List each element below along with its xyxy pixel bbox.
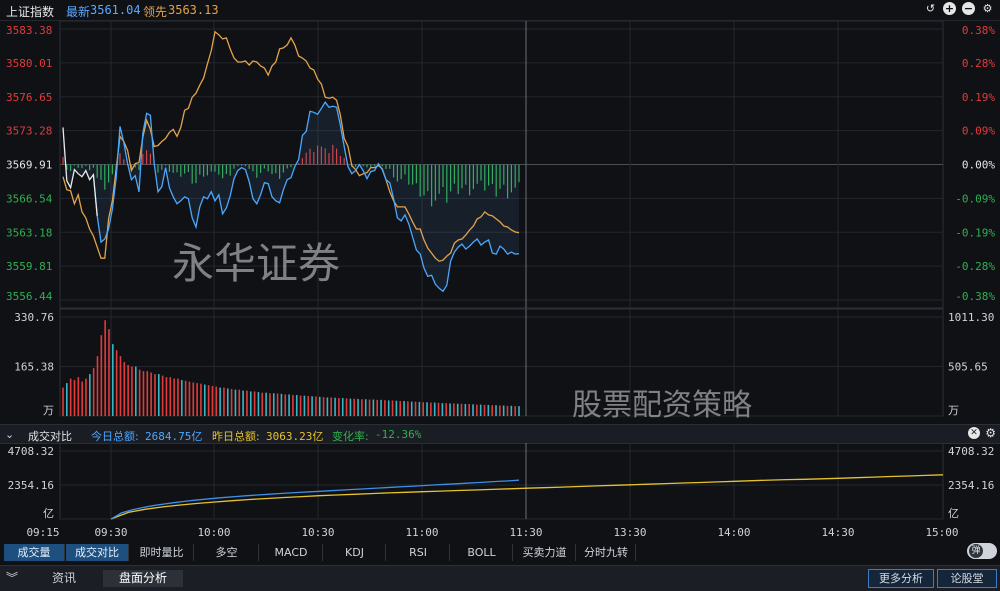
more-analysis-button[interactable]: 更多分析 <box>868 569 934 588</box>
compare-panel-header: ⌄ 成交对比 今日总额: 2684.75亿 昨日总额: 3063.23亿 变化率… <box>0 424 1000 444</box>
compare-tick-left: 4708.32 <box>8 445 54 458</box>
indicator-tabs: 成交量 成交对比 即时量比 多空 MACD KDJ RSI BOLL 买卖力道 分时九转 <box>0 542 1000 563</box>
pct-tick-right: 0.09% <box>962 125 995 138</box>
latest-label: 最新 <box>66 5 91 19</box>
expand-icon[interactable]: ︾ <box>6 569 18 586</box>
popup-toggle[interactable]: 弹 <box>967 543 997 559</box>
pct-tick-right: 0.19% <box>962 91 995 104</box>
today-label: 今日总额: <box>91 430 139 443</box>
zoom-out-icon[interactable]: − <box>962 2 975 15</box>
pct-tick-right: 0.00% <box>962 159 995 172</box>
price-tick-left: 3573.28 <box>6 125 52 138</box>
watermark-main: 永华证券 <box>172 239 341 288</box>
volume-tick-left: 165.38 <box>14 361 54 374</box>
pct-tick-right: 0.38% <box>962 24 995 37</box>
time-tick: 14:30 <box>821 526 854 539</box>
time-tick: 10:30 <box>301 526 334 539</box>
yesterday-label: 昨日总额: <box>212 430 260 443</box>
indicator-tab[interactable]: 分时九转 <box>577 544 636 561</box>
price-tick-left: 3569.91 <box>6 159 52 172</box>
toggle-label: 弹 <box>969 544 983 558</box>
zoom-in-icon[interactable]: + <box>943 2 956 15</box>
time-tick: 09:30 <box>94 526 127 539</box>
pct-tick-right: 0.28% <box>962 57 995 70</box>
bottom-tab-news[interactable]: 资讯 <box>32 570 96 587</box>
volume-tick-right: 万 <box>948 404 959 417</box>
indicator-tab[interactable]: 成交对比 <box>66 544 129 561</box>
today-value: 2684.75亿 <box>145 430 203 443</box>
indicator-tab[interactable]: RSI <box>387 544 450 561</box>
time-tick: 13:30 <box>613 526 646 539</box>
price-tick-left: 3559.81 <box>6 260 52 273</box>
indicator-tab[interactable]: MACD <box>260 544 323 561</box>
pct-tick-right: -0.38% <box>955 290 995 303</box>
lead-value: 3563.13 <box>168 3 219 17</box>
pct-tick-right: -0.09% <box>955 192 995 205</box>
time-tick: 14:00 <box>717 526 750 539</box>
bottom-bar: ︾ 资讯 盘面分析 更多分析 论股堂 <box>0 565 1000 591</box>
time-tick: 15:00 <box>925 526 958 539</box>
price-tick-left: 3556.44 <box>6 290 53 303</box>
indicator-tab[interactable]: 成交量 <box>4 544 65 561</box>
time-tick: 11:00 <box>405 526 438 539</box>
volume-tick-left: 330.76 <box>14 311 54 324</box>
time-tick: 11:30 <box>509 526 542 539</box>
today-turnover-line <box>110 479 520 520</box>
change-value: -12.36% <box>375 428 422 441</box>
pct-tick-right: -0.28% <box>955 260 995 273</box>
compare-tick-right: 2354.16 <box>948 479 994 492</box>
indicator-tab[interactable]: BOLL <box>451 544 513 561</box>
price-tick-left: 3576.65 <box>6 91 52 104</box>
indicator-tab[interactable]: 买卖力道 <box>514 544 576 561</box>
price-tick-left: 3583.38 <box>6 24 52 37</box>
forum-button[interactable]: 论股堂 <box>937 569 997 588</box>
price-tick-left: 3580.01 <box>6 57 52 70</box>
lead-label: 领先 <box>143 5 168 19</box>
compare-tick-right: 亿 <box>948 507 959 520</box>
compare-tick-left: 2354.16 <box>8 479 54 492</box>
compare-tick-left: 亿 <box>43 507 54 520</box>
indicator-tab[interactable]: 多空 <box>195 544 259 561</box>
volume-tick-left: 万 <box>43 404 54 417</box>
indicator-tab[interactable]: 即时量比 <box>130 544 194 561</box>
time-tick: 09:15 <box>26 526 59 539</box>
panel-settings-icon[interactable]: ⚙ <box>985 426 996 440</box>
volume-tick-right: 1011.30 <box>948 311 994 324</box>
yesterday-value: 3063.23亿 <box>266 430 324 443</box>
compare-title: 成交对比 <box>28 430 72 443</box>
pct-tick-right: -0.19% <box>955 226 995 239</box>
turnover-compare-chart[interactable]: 4708.32 2354.16 亿 4708.32 2354.16 亿 09:15 09:3… <box>0 443 1000 543</box>
chart-header: 上证指数 最新 3561.04 领先 3563.13 ↺ + − ⚙ <box>0 0 1000 21</box>
collapse-icon[interactable]: ⌄ <box>5 428 14 441</box>
watermark-secondary: 股票配资策略 <box>572 388 752 423</box>
change-label: 变化率: <box>332 430 369 443</box>
price-tick-left: 3563.18 <box>6 226 52 239</box>
bottom-tab-analysis[interactable]: 盘面分析 <box>103 570 183 587</box>
latest-value: 3561.04 <box>90 3 141 17</box>
close-icon[interactable]: ✕ <box>968 427 980 439</box>
volume-tick-right: 505.65 <box>948 361 988 374</box>
compare-tick-right: 4708.32 <box>948 445 994 458</box>
indicator-tab[interactable]: KDJ <box>324 544 386 561</box>
index-name: 上证指数 <box>6 5 55 19</box>
price-tick-left: 3566.54 <box>6 192 53 205</box>
intraday-chart[interactable]: 3583.38 3580.01 3576.65 3573.28 3569.91 3566.… <box>0 21 1000 421</box>
undo-icon[interactable]: ↺ <box>924 2 937 15</box>
settings-icon[interactable]: ⚙ <box>981 2 994 15</box>
time-tick: 10:00 <box>197 526 230 539</box>
